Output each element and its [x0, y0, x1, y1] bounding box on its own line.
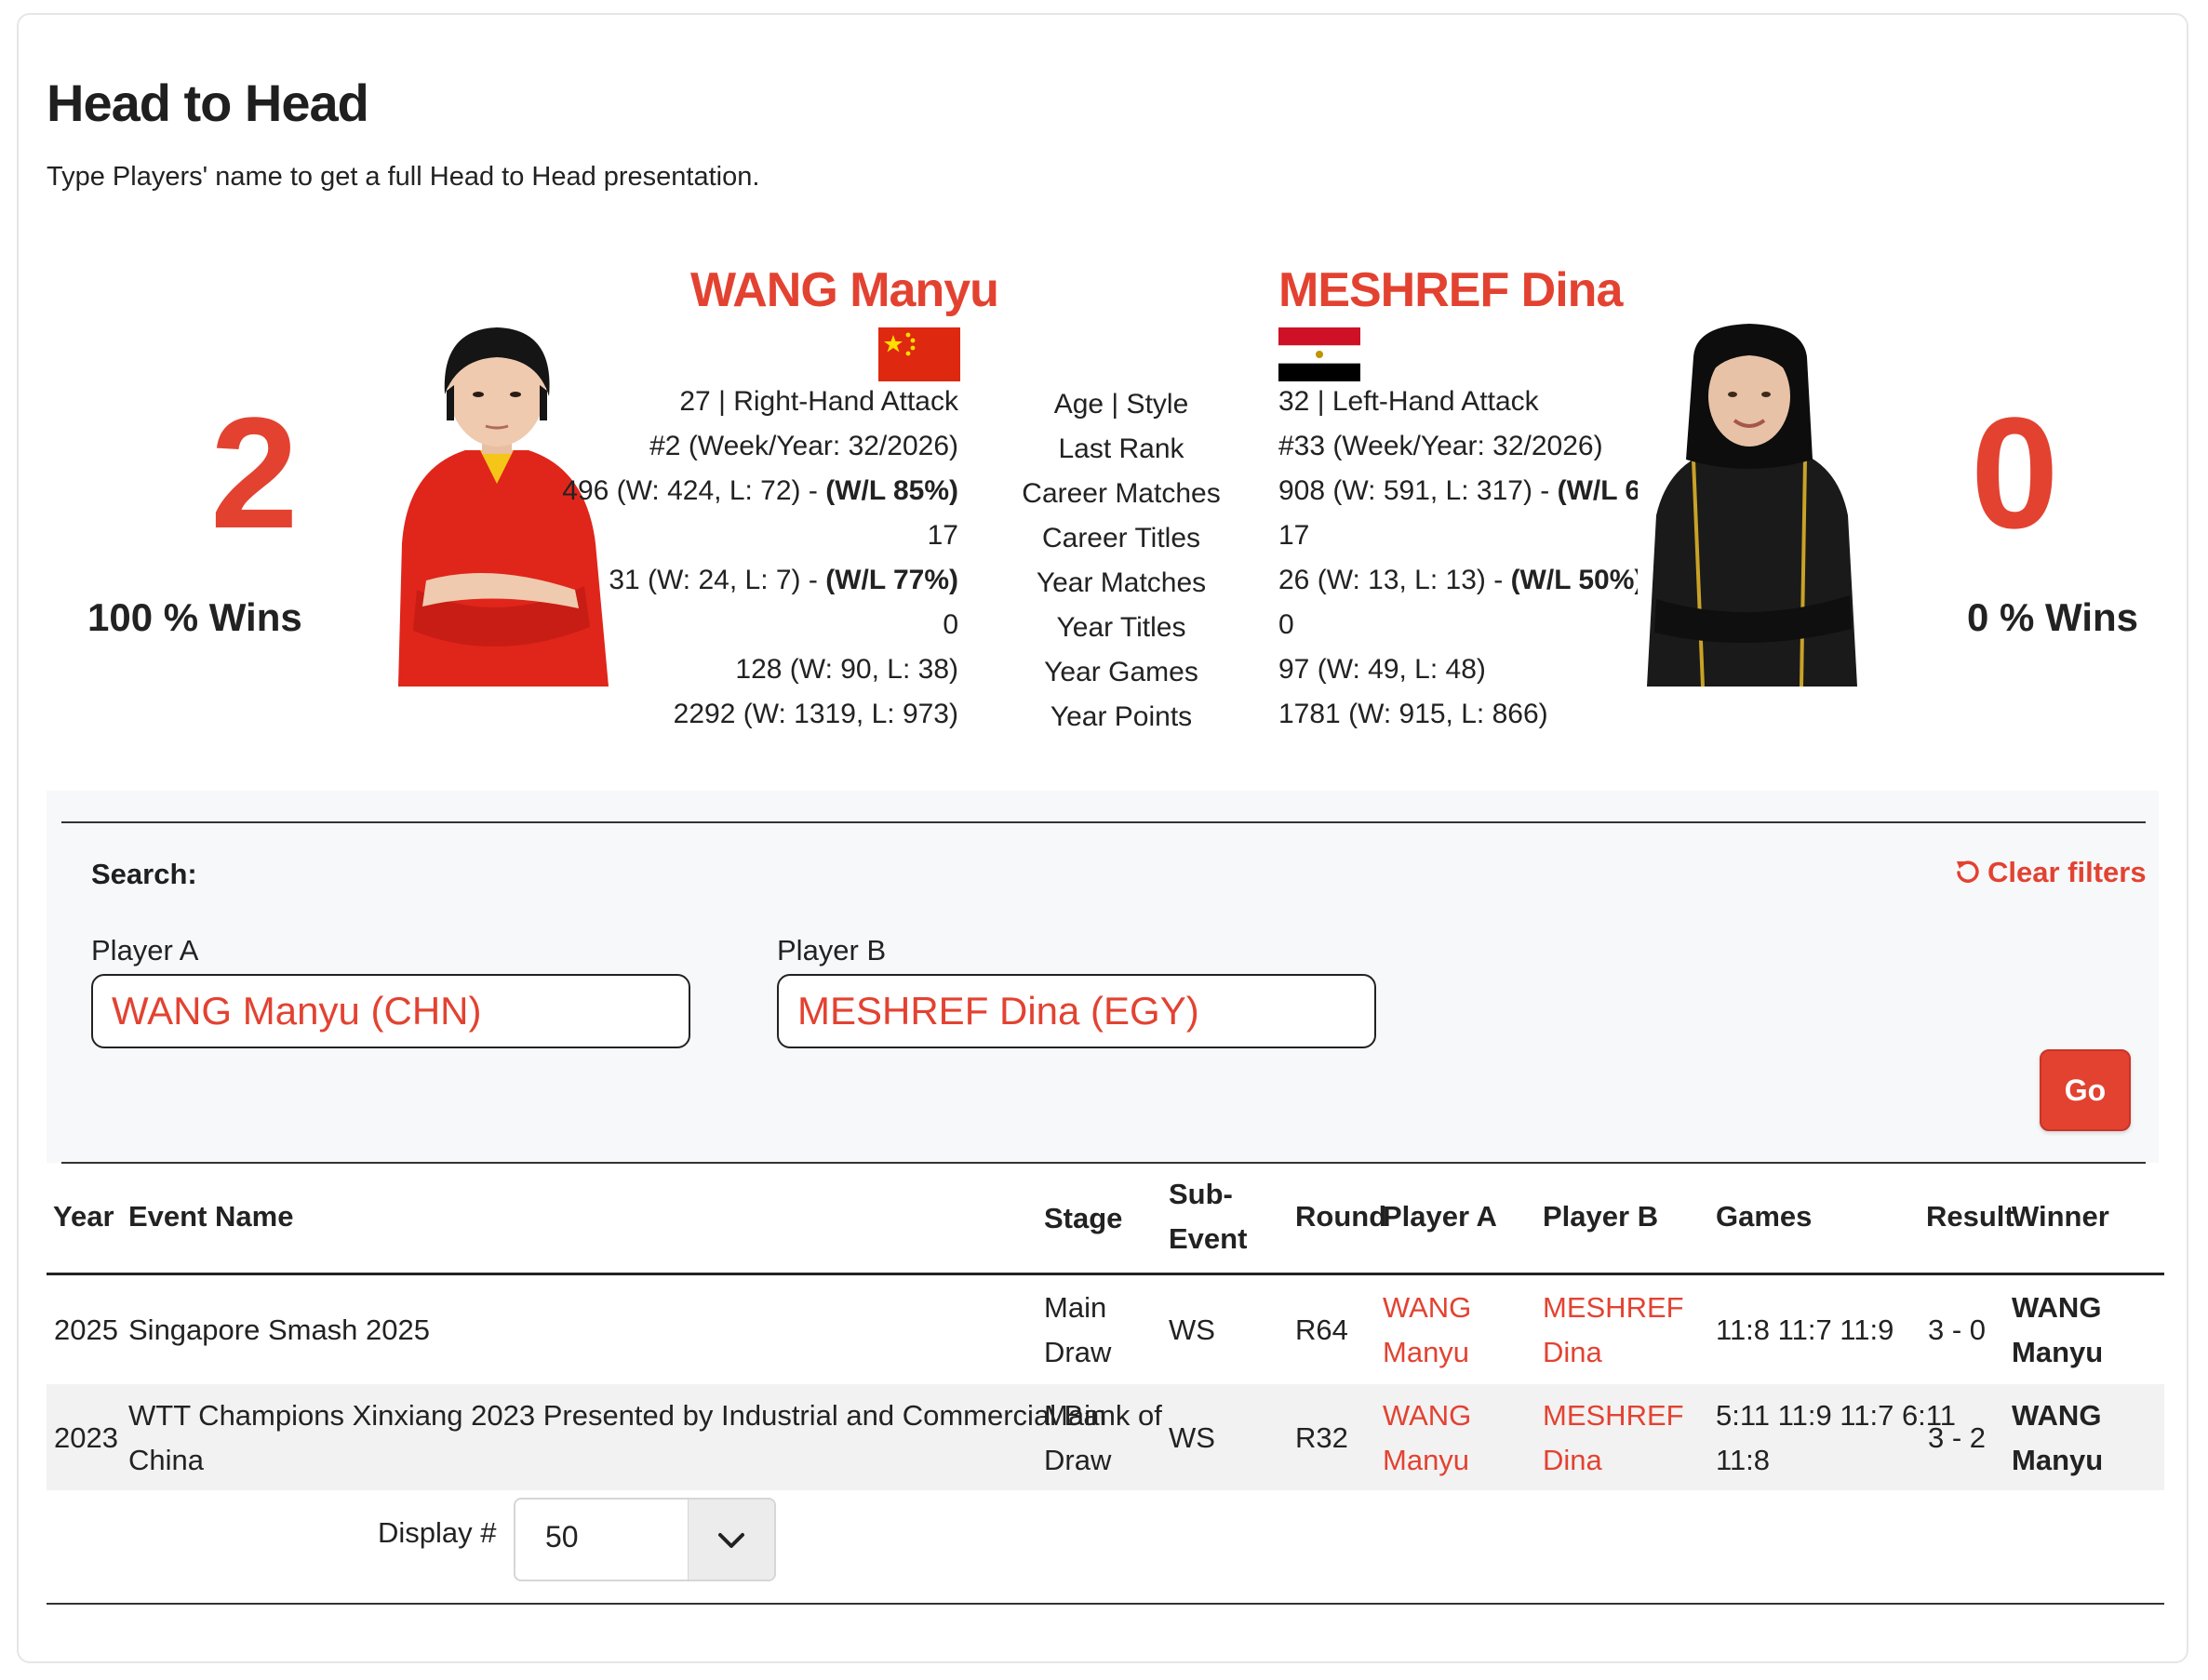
row-result: 3 - 2 — [1928, 1421, 1987, 1454]
player-b-input[interactable] — [777, 974, 1376, 1048]
row-sub-event: WS — [1169, 1421, 1215, 1454]
player-a-last-rank: #2 (Week/Year: 32/2026) — [649, 431, 958, 461]
stat-label-year-titles: Year Titles — [1056, 612, 1186, 643]
row-event-name: Singapore Smash 2025 — [128, 1313, 431, 1346]
row-round: R32 — [1295, 1421, 1348, 1454]
stat-label-age-style: Age | Style — [1053, 389, 1189, 420]
header-result[interactable]: Result — [1926, 1194, 2014, 1239]
stat-label-career-titles: Career Titles — [1041, 523, 1201, 553]
row-winner: WANG Manyu — [2012, 1399, 2104, 1476]
player-a-year-games: 128 (W: 90, L: 38) — [735, 654, 958, 685]
stat-labels: Age | Style Last Rank Career Matches Car… — [986, 382, 1256, 740]
row-year: 2023 — [54, 1421, 118, 1454]
player-a-career-titles: 17 — [927, 520, 958, 551]
player-a-career-matches: 496 (W: 424, L: 72) - (W/L 85%) — [562, 475, 958, 506]
header-year[interactable]: Year — [53, 1194, 114, 1239]
table-row: 2025 Singapore Smash 2025 Main Draw WS R6… — [47, 1276, 2164, 1382]
search-label: Search: — [91, 858, 197, 890]
row-player-a-link[interactable]: WANG Manyu — [1383, 1286, 1471, 1375]
row-round: R64 — [1295, 1313, 1348, 1346]
player-b-name: MESHREF Dina — [1278, 263, 1623, 317]
player-b-photo — [1638, 320, 1861, 687]
page-title: Head to Head — [47, 73, 369, 132]
player-a-wins-pct: 100 % Wins — [87, 595, 302, 639]
display-count-label: Display # — [378, 1516, 497, 1549]
row-player-a-link[interactable]: WANG Manyu — [1383, 1393, 1471, 1483]
row-result: 3 - 0 — [1928, 1313, 1987, 1346]
stat-label-year-matches: Year Matches — [1036, 567, 1207, 598]
stat-label-year-games: Year Games — [1044, 657, 1198, 687]
player-a-stats: 27 | Right-Hand Attack #2 (Week/Year: 32… — [502, 380, 958, 737]
header-event-name[interactable]: Event Name — [128, 1194, 293, 1239]
row-sub-event: WS — [1169, 1313, 1215, 1346]
player-b-field-label: Player B — [777, 934, 887, 967]
clear-filters-label: Clear filters — [1987, 856, 2147, 888]
player-b-year-points: 1781 (W: 915, L: 866) — [1278, 699, 1548, 729]
table-header-divider — [47, 1273, 2164, 1275]
results-table-header: Year Event Name Stage Sub- Event Round Pl… — [47, 1163, 2164, 1273]
reset-icon — [1957, 860, 1979, 883]
egypt-flag-icon — [1278, 327, 1360, 381]
header-sub-event[interactable]: Sub- Event — [1169, 1172, 1247, 1261]
player-a-year-titles: 0 — [943, 609, 958, 640]
row-winner: WANG Manyu — [2012, 1291, 2104, 1368]
stat-label-last-rank: Last Rank — [1058, 433, 1184, 464]
player-a-year-points: 2292 (W: 1319, L: 973) — [673, 699, 958, 729]
page-subtitle: Type Players' name to get a full Head to… — [47, 162, 760, 192]
row-year: 2025 — [54, 1313, 118, 1346]
header-winner[interactable]: Winner — [2012, 1194, 2109, 1239]
table-row: 2023 WTT Champions Xinxiang 2023 Present… — [47, 1384, 2164, 1490]
row-stage: Main Draw — [1044, 1291, 1112, 1368]
table-bottom-divider — [47, 1603, 2164, 1605]
header-round[interactable]: Round — [1295, 1194, 1386, 1239]
player-b-score: 0 — [1971, 385, 2059, 562]
player-a-score: 2 — [210, 385, 299, 562]
row-player-b-link[interactable]: MESHREF Dina — [1543, 1286, 1684, 1375]
player-a-field-label: Player A — [91, 934, 199, 967]
display-count-select[interactable]: 50 — [514, 1498, 776, 1581]
row-games: 5:11 11:9 11:7 6:11 11:8 — [1716, 1399, 1956, 1476]
player-a-input[interactable] — [91, 974, 690, 1048]
header-player-a[interactable]: Player A — [1383, 1194, 1497, 1239]
header-games[interactable]: Games — [1716, 1194, 1812, 1239]
stat-label-career-matches: Career Matches — [1022, 478, 1221, 509]
search-panel-top-divider — [61, 821, 2146, 823]
chevron-down-icon — [718, 1533, 744, 1548]
player-a-age-style: 27 | Right-Hand Attack — [679, 386, 958, 417]
go-button[interactable]: Go — [2040, 1049, 2131, 1131]
header-stage[interactable]: Stage — [1044, 1196, 1122, 1241]
china-flag-icon — [878, 327, 960, 381]
player-a-year-matches: 31 (W: 24, L: 7) - (W/L 77%) — [609, 565, 958, 595]
row-player-b-link[interactable]: MESHREF Dina — [1543, 1393, 1684, 1483]
player-a-name: WANG Manyu — [690, 263, 999, 317]
display-count-value: 50 — [545, 1520, 579, 1553]
row-stage: Main Draw — [1044, 1399, 1112, 1476]
header-player-b[interactable]: Player B — [1543, 1194, 1658, 1239]
clear-filters-button[interactable]: Clear filters — [1954, 856, 2147, 889]
stat-label-year-points: Year Points — [1050, 701, 1193, 732]
row-event-name: WTT Champions Xinxiang 2023 Presented by… — [128, 1399, 1162, 1476]
player-b-wins-pct: 0 % Wins — [1967, 595, 2138, 639]
select-toggle[interactable] — [688, 1500, 774, 1580]
row-games: 11:8 11:7 11:9 — [1716, 1313, 1894, 1346]
